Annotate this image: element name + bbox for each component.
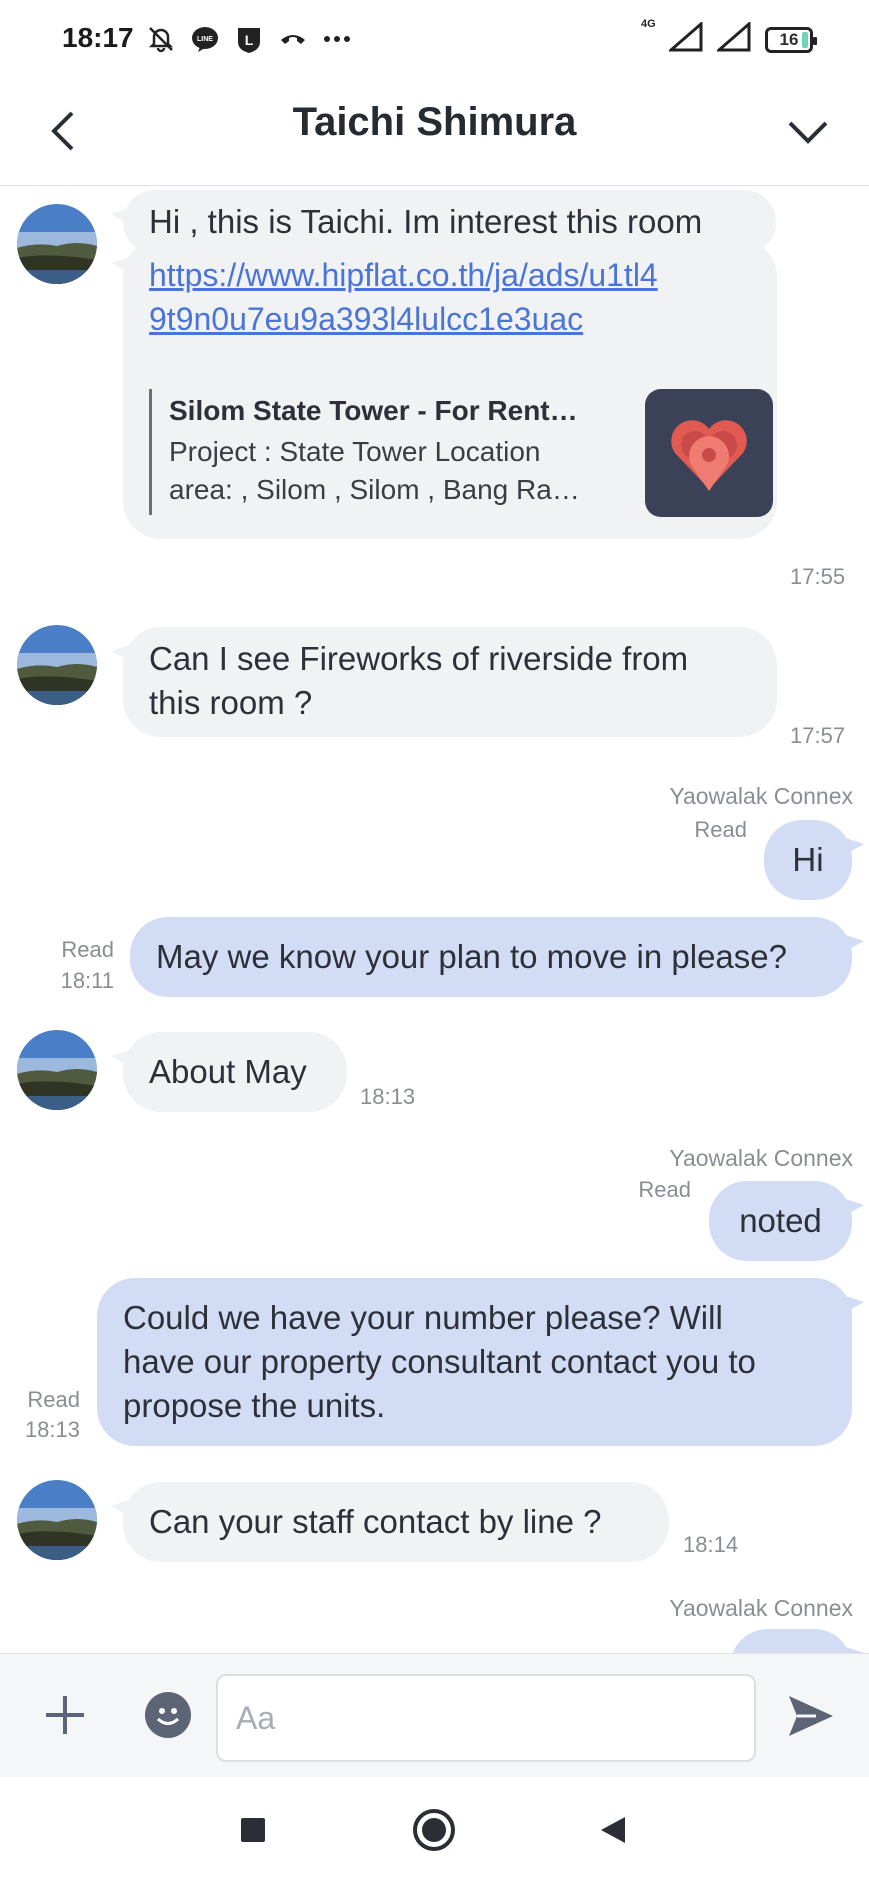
plus-icon: [46, 1696, 84, 1734]
avatar[interactable]: [17, 1030, 97, 1110]
preview-thumbnail: [645, 389, 773, 517]
battery-level: 16: [779, 29, 799, 49]
status-right: 4G 16: [641, 18, 817, 57]
more-dots-icon: [322, 24, 352, 54]
message-text: Can I see Fireworks of riverside from: [149, 640, 689, 677]
message-bubble-incoming[interactable]: About May: [111, 1032, 347, 1112]
chat-header: Taichi Shimura: [0, 78, 869, 186]
message-link[interactable]: https://www.hipflat.co.th/ja/ads/u1tl4 9…: [149, 253, 751, 341]
emoji-button[interactable]: [145, 1692, 191, 1738]
home-circle-icon: [413, 1809, 455, 1851]
chat-title: Taichi Shimura: [292, 100, 577, 144]
message-text: May we know your plan to move in please?: [156, 938, 787, 975]
call-icon: [278, 24, 308, 54]
message-text: Can your staff contact by line ?: [149, 1503, 602, 1540]
add-attachment-button[interactable]: [40, 1690, 90, 1740]
read-receipt: Read: [638, 1177, 691, 1202]
sender-name: Yaowalak Connex: [669, 1145, 853, 1171]
l-app-icon: L: [234, 24, 264, 54]
message-time: 18:13: [360, 1084, 416, 1109]
svg-text:LINE: LINE: [197, 36, 213, 43]
sender-name: Yaowalak Connex: [669, 1595, 853, 1621]
message-bubble-outgoing[interactable]: Could we have your number please? Will h…: [97, 1278, 864, 1446]
message-text: About May: [149, 1053, 307, 1090]
line-icon: LINE: [190, 24, 220, 54]
heart-pin-icon: [671, 420, 747, 491]
system-nav-bar: [0, 1777, 869, 1883]
message-time: 17:57: [790, 723, 846, 748]
network-type: 4G: [641, 18, 656, 30]
avatar[interactable]: [17, 204, 97, 284]
message-text: Hi , this is Taichi. Im interest this ro…: [149, 203, 703, 240]
sender-name: Yaowalak Connex: [669, 783, 853, 809]
message-bubble-outgoing[interactable]: Hi: [764, 820, 864, 900]
message-text: noted: [739, 1202, 822, 1239]
preview-description: Project : State Tower Location area: , S…: [169, 436, 580, 505]
message-input-bar: [0, 1653, 869, 1777]
back-triangle-icon: [601, 1817, 625, 1843]
read-receipt: Read: [694, 817, 747, 842]
message-input[interactable]: [216, 1674, 756, 1762]
status-time: 18:17: [62, 22, 134, 53]
message-text: Could we have your number please? Will: [123, 1299, 723, 1336]
link-preview-card[interactable]: Silom State Tower - For Rent… Project : …: [149, 389, 773, 519]
home-button[interactable]: [411, 1807, 457, 1853]
link-message-bubble[interactable]: https://www.hipflat.co.th/ja/ads/u1tl4 9…: [111, 239, 777, 539]
chat-menu-button[interactable]: [781, 104, 835, 158]
message-time: 18:11: [60, 968, 114, 993]
avatar[interactable]: [17, 625, 97, 705]
message-bubble-outgoing[interactable]: noted: [709, 1181, 864, 1261]
status-bar: 18:17 LINE L 4G 16: [0, 0, 869, 78]
chevron-down-icon: [788, 121, 828, 144]
nav-back-button[interactable]: [590, 1807, 636, 1853]
notification-icons: LINE L: [146, 24, 352, 54]
smiley-icon: [156, 1708, 180, 1725]
read-receipt: Read: [61, 937, 114, 962]
recents-square-icon: [241, 1818, 265, 1842]
signal-icon: [714, 20, 753, 57]
chat-area[interactable]: Hi , this is Taichi. Im interest this ro…: [0, 187, 869, 1653]
send-arrow-icon: [789, 1696, 833, 1736]
recents-button[interactable]: [230, 1807, 276, 1853]
message-bubble-incoming[interactable]: Can I see Fireworks of riverside from th…: [111, 627, 777, 737]
message-bubble-outgoing[interactable]: [730, 1629, 864, 1653]
read-receipt: Read: [27, 1387, 80, 1412]
message-time: 18:13: [24, 1417, 80, 1442]
message-bubble-incoming[interactable]: Can your staff contact by line ?: [111, 1482, 669, 1562]
preview-title: Silom State Tower - For Rent…: [169, 395, 578, 426]
send-button[interactable]: [783, 1690, 839, 1742]
message-time: 17:55: [790, 564, 846, 589]
message-text: Hi: [792, 841, 824, 878]
battery-icon: 16: [765, 26, 817, 53]
svg-text:L: L: [245, 32, 254, 48]
mute-icon: [146, 24, 176, 54]
avatar[interactable]: [17, 1480, 97, 1560]
message-bubble-outgoing[interactable]: May we know your plan to move in please?: [130, 917, 864, 997]
message-time: 18:14: [683, 1532, 739, 1557]
signal-4g-icon: 4G: [641, 18, 705, 57]
